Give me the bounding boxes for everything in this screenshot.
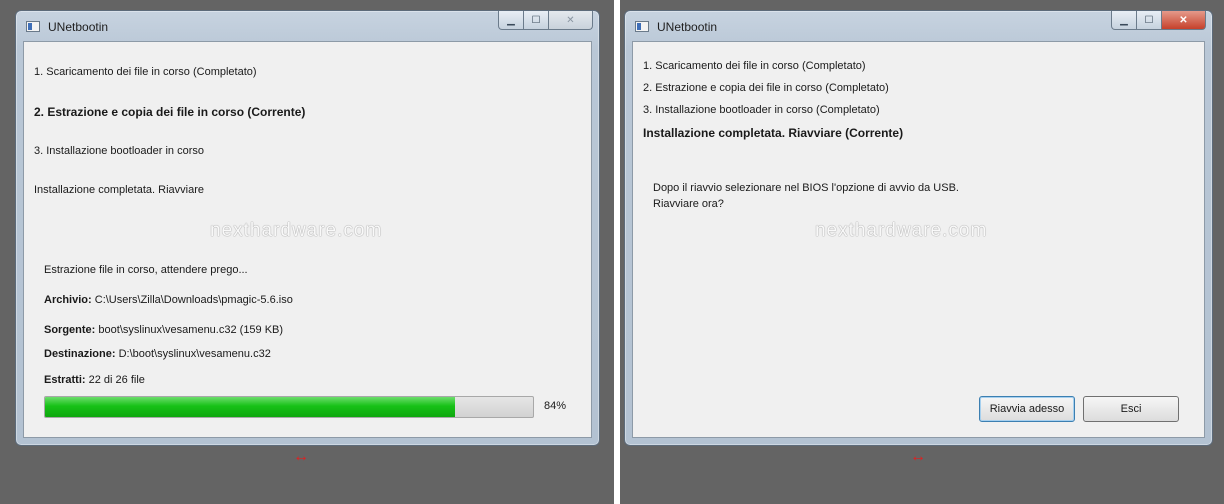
unetbootin-window-extracting: UNetbootin ▁ ☐ ✕ 1. Scaricamento dei fil… (15, 10, 600, 446)
caption-buttons: ▁ ☐ ✕ (1111, 11, 1206, 31)
step-3: 3. Installazione bootloader in corso (34, 145, 204, 157)
restart-message: Dopo il riavvio selezionare nel BIOS l'o… (653, 182, 959, 194)
close-icon: ✕ (566, 14, 575, 26)
maximize-button[interactable]: ☐ (1137, 11, 1162, 30)
source-label: Sorgente: (44, 324, 96, 336)
left-screenshot-panel: UNetbootin ▁ ☐ ✕ 1. Scaricamento dei fil… (0, 0, 614, 504)
expand-icon[interactable]: ↔ (910, 448, 926, 466)
window-client-area: 1. Scaricamento dei file in corso (Compl… (23, 41, 592, 438)
restart-question: Riavviare ora? (653, 198, 724, 210)
maximize-button[interactable]: ☐ (524, 11, 549, 30)
minimize-icon: ▁ (507, 14, 515, 26)
minimize-button[interactable]: ▁ (498, 11, 524, 30)
archive-row: Archivio: C:\Users\Zilla\Downloads\pmagi… (44, 294, 293, 306)
exit-button[interactable]: Esci (1083, 396, 1179, 422)
unetbootin-window-complete: UNetbootin ▁ ☐ ✕ 1. Scaricamento dei fil… (624, 10, 1213, 446)
extracted-value: 22 di 26 file (88, 374, 145, 386)
step-1: 1. Scaricamento dei file in corso (Compl… (643, 60, 866, 72)
title-bar[interactable]: UNetbootin ▁ ☐ ✕ (625, 11, 1212, 41)
step-4: Installazione completata. Riavviare (34, 184, 204, 196)
step-2-current: 2. Estrazione e copia dei file in corso … (34, 105, 306, 119)
maximize-icon: ☐ (1144, 14, 1154, 26)
step-3: 3. Installazione bootloader in corso (Co… (643, 104, 880, 116)
progress-percent: 84% (544, 400, 567, 412)
caption-buttons: ▁ ☐ ✕ (498, 11, 593, 31)
step-4-current: Installazione completata. Riavviare (Cor… (643, 126, 904, 140)
window-title: UNetbootin (657, 20, 718, 34)
source-value: boot\syslinux\vesamenu.c32 (159 KB) (98, 324, 284, 336)
watermark: nexthardware.com (210, 220, 383, 241)
expand-icon[interactable]: ↔ (293, 448, 309, 466)
minimize-icon: ▁ (1120, 14, 1128, 26)
window-client-area: 1. Scaricamento dei file in corso (Compl… (632, 41, 1205, 438)
destination-label: Destinazione: (44, 348, 116, 360)
title-bar[interactable]: UNetbootin ▁ ☐ ✕ (16, 11, 599, 41)
app-icon (635, 21, 649, 32)
app-icon (26, 21, 40, 32)
close-icon: ✕ (1179, 14, 1188, 26)
extracted-row: Estratti: 22 di 26 file (44, 374, 145, 386)
progress-bar (44, 396, 534, 418)
destination-row: Destinazione: D:\boot\syslinux\vesamenu.… (44, 348, 271, 360)
window-title: UNetbootin (48, 20, 109, 34)
progress-fill (45, 397, 455, 417)
step-2: 2. Estrazione e copia dei file in corso … (643, 82, 889, 94)
extracted-label: Estratti: (44, 374, 86, 386)
destination-value: D:\boot\syslinux\vesamenu.c32 (118, 348, 271, 360)
minimize-button[interactable]: ▁ (1111, 11, 1137, 30)
status-text: Estrazione file in corso, attendere preg… (44, 264, 248, 276)
source-row: Sorgente: boot\syslinux\vesamenu.c32 (15… (44, 324, 283, 336)
close-button[interactable]: ✕ (549, 11, 593, 30)
restart-now-button[interactable]: Riavvia adesso (979, 396, 1075, 422)
archive-label: Archivio: (44, 294, 92, 306)
step-1: 1. Scaricamento dei file in corso (Compl… (34, 66, 257, 78)
watermark: nexthardware.com (815, 220, 988, 241)
archive-value: C:\Users\Zilla\Downloads\pmagic-5.6.iso (94, 294, 293, 306)
right-screenshot-panel: UNetbootin ▁ ☐ ✕ 1. Scaricamento dei fil… (620, 0, 1224, 504)
close-button[interactable]: ✕ (1162, 11, 1206, 30)
maximize-icon: ☐ (531, 14, 541, 26)
